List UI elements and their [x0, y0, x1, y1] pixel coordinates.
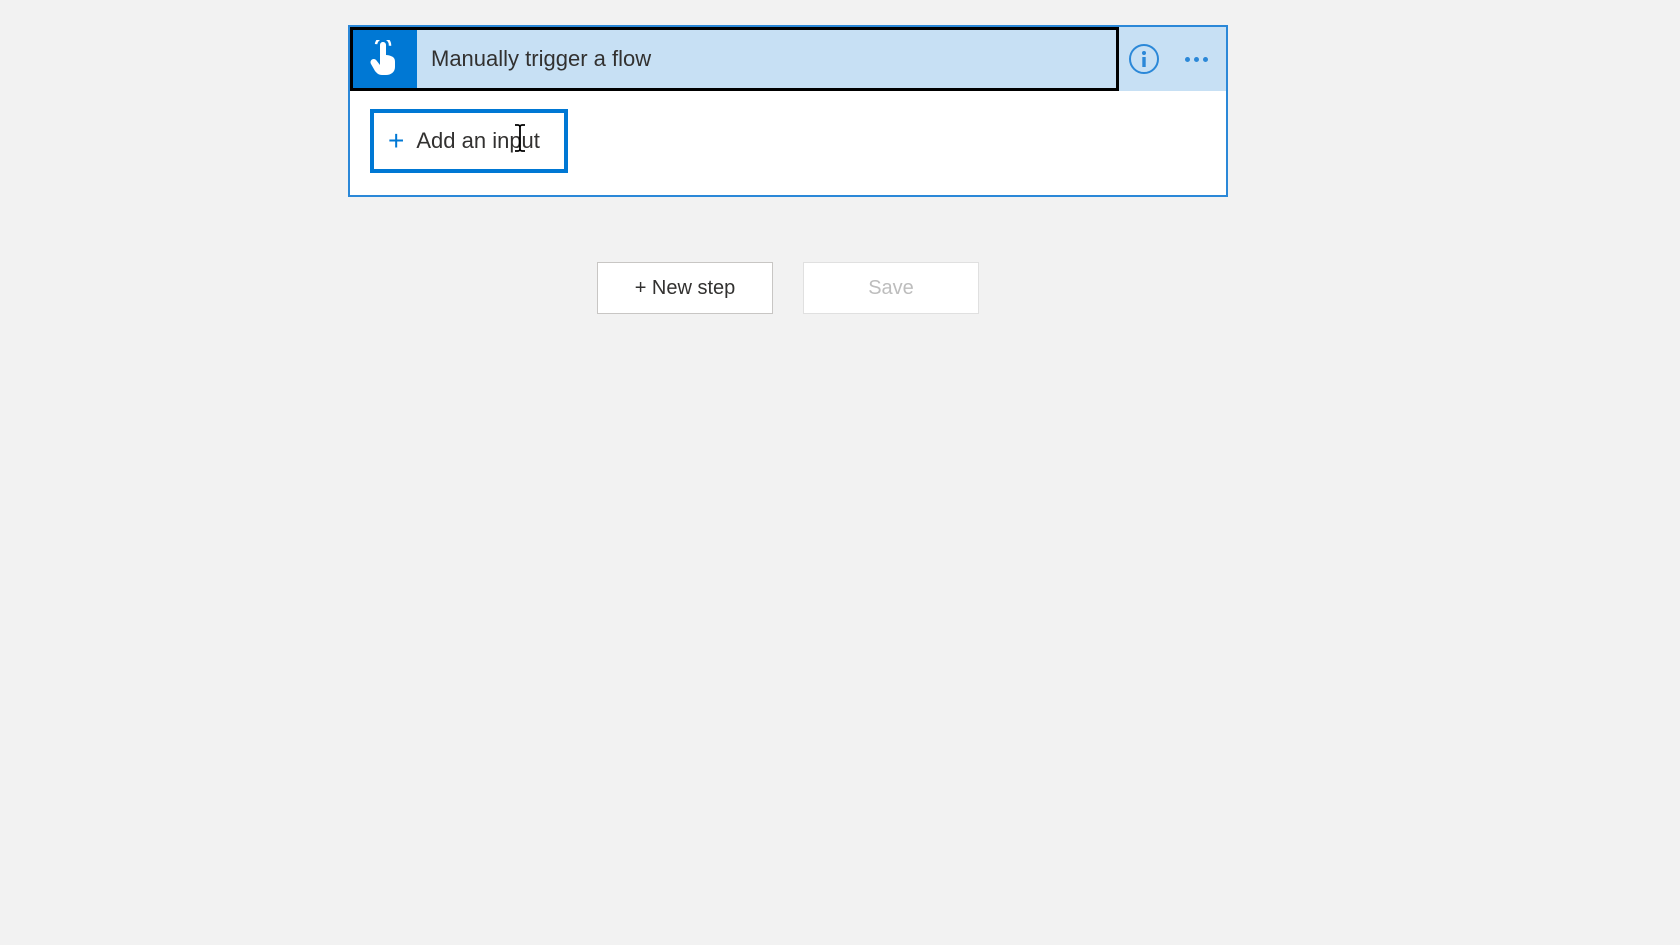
save-button: Save [803, 262, 979, 314]
info-icon[interactable] [1129, 44, 1159, 74]
more-icon[interactable] [1177, 49, 1216, 70]
card-header: Manually trigger a flow [350, 27, 1226, 91]
card-title-area[interactable]: Manually trigger a flow [350, 27, 1119, 91]
add-input-label: Add an input [416, 128, 540, 154]
plus-icon: + [388, 127, 404, 155]
manual-trigger-icon [353, 30, 417, 88]
card-body: + Add an input [350, 91, 1226, 195]
trigger-card: Manually trigger a flow + Add an input [348, 25, 1228, 197]
add-input-button[interactable]: + Add an input [370, 109, 568, 173]
trigger-title: Manually trigger a flow [417, 46, 651, 72]
card-actions [1119, 27, 1226, 91]
new-step-button[interactable]: + New step [597, 262, 773, 314]
bottom-actions: + New step Save [348, 262, 1228, 314]
